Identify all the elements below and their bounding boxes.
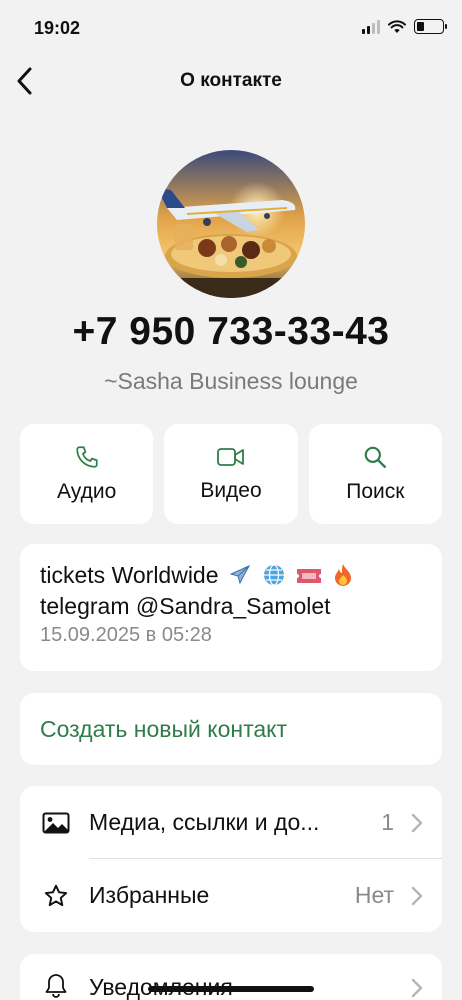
status-bar: 19:02 (0, 0, 462, 56)
video-call-label: Видео (200, 479, 262, 502)
about-date: 15.09.2025 в 05:28 (40, 624, 212, 646)
media-label: Медиа, ссылки и до... (89, 809, 320, 835)
search-button[interactable]: Поиск (308, 424, 442, 524)
favorites-label: Избранные (89, 882, 210, 908)
contact-phone[interactable]: +7 950 733-33-43 (0, 310, 462, 354)
home-indicator (148, 986, 314, 992)
create-contact-button[interactable]: Создать новый контакт (20, 693, 442, 765)
status-icons (362, 19, 447, 34)
video-call-button[interactable]: Видео (164, 424, 298, 524)
notifications-list: Уведомления (20, 954, 442, 1000)
status-time: 19:02 (34, 18, 81, 38)
about-line-2: telegram @Sandra_Samolet (40, 593, 331, 619)
list-item-notifications[interactable]: Уведомления (20, 954, 442, 1000)
create-contact-label: Создать новый контакт (40, 715, 288, 742)
bell-icon (42, 972, 70, 1000)
chevron-right-icon (411, 813, 423, 832)
nav-bar: О контакте (0, 56, 462, 106)
video-icon (217, 448, 244, 466)
page-title: О контакте (180, 70, 282, 91)
contact-options-list: Медиа, ссылки и до... 1 Избранные Нет (20, 786, 442, 932)
chevron-right-icon (411, 978, 423, 998)
star-icon (42, 882, 70, 910)
search-icon (365, 446, 387, 468)
list-item-media[interactable]: Медиа, ссылки и до... 1 (20, 786, 442, 859)
audio-call-button[interactable]: Аудио (20, 424, 154, 524)
search-label: Поиск (346, 480, 405, 503)
audio-call-label: Аудио (57, 480, 117, 503)
ticket-emoji-icon (296, 563, 322, 589)
airplane-avatar-image (157, 150, 305, 298)
about-card: tickets Worldwide telegram @Sandra_Samol… (20, 544, 442, 671)
avatar[interactable] (157, 150, 305, 298)
favorites-value: Нет (354, 882, 394, 908)
list-item-favorites[interactable]: Избранные Нет (20, 859, 442, 932)
chevron-right-icon (411, 886, 423, 905)
battery-icon (414, 19, 447, 34)
globe-emoji-icon (261, 562, 287, 588)
airplane-emoji-icon (227, 562, 253, 588)
phone-icon (76, 446, 98, 468)
about-text-1: tickets Worldwide (40, 562, 219, 588)
signal-icon (362, 19, 380, 34)
contact-name: ~Sasha Business lounge (104, 368, 358, 394)
wifi-icon (388, 19, 406, 33)
image-icon (42, 809, 70, 837)
fire-emoji-icon (330, 562, 356, 588)
action-buttons: Аудио Видео Поиск (20, 424, 442, 524)
media-count: 1 (381, 809, 394, 835)
about-line-1: tickets Worldwide (40, 560, 422, 591)
